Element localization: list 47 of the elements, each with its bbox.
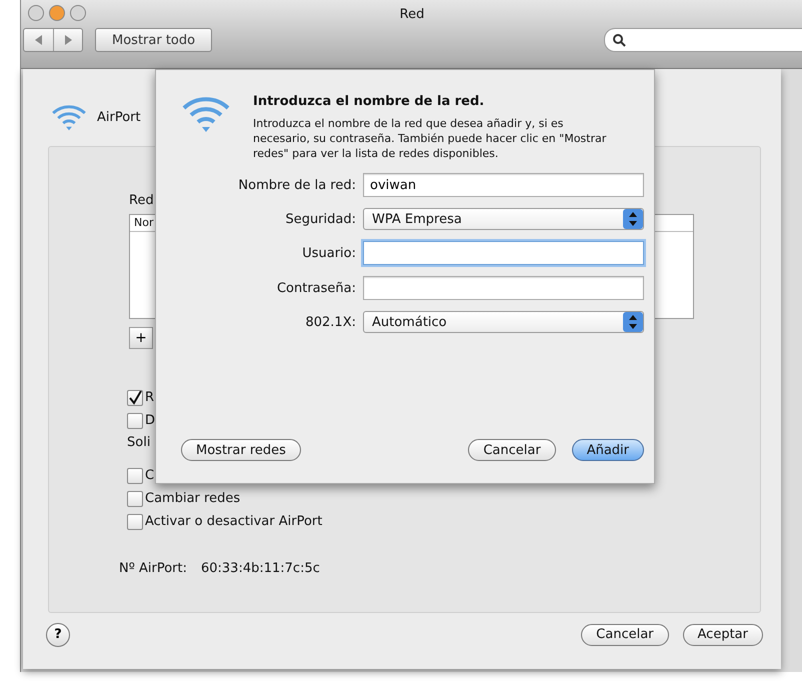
close-window-icon[interactable] bbox=[28, 5, 44, 21]
field-label: Seguridad: bbox=[284, 212, 356, 226]
add-network-button[interactable]: + bbox=[129, 326, 153, 349]
search-field[interactable] bbox=[604, 28, 802, 52]
sheet-title: AirPort bbox=[97, 110, 141, 125]
checkbox[interactable] bbox=[127, 514, 143, 530]
dialog-button[interactable]: Cancelar bbox=[468, 439, 556, 461]
right-triangle-icon bbox=[64, 35, 72, 45]
input-field[interactable] bbox=[363, 276, 644, 300]
checkbox[interactable] bbox=[127, 490, 143, 507]
dialog-description: Introduzca el nombre de la red que desea añadir y, si es necesario, su contraseña. También puede hacer clic en "Mostrar redes" para ver la lista de redes disponibles. bbox=[253, 116, 608, 161]
field-label: Usuario: bbox=[301, 246, 356, 260]
show-networks-button[interactable]: Mostrar redes bbox=[181, 439, 301, 461]
search-icon bbox=[613, 34, 626, 46]
wifi-icon bbox=[181, 94, 231, 134]
dialog-button[interactable]: Añadir bbox=[572, 439, 644, 461]
minimize-window-icon[interactable] bbox=[49, 5, 65, 21]
left-triangle-icon bbox=[34, 35, 42, 45]
stepper-arrows-icon bbox=[623, 312, 643, 332]
help-button[interactable]: ? bbox=[46, 622, 70, 647]
field-label: Nombre de la red: bbox=[237, 178, 356, 192]
dialog-title: Introduzca el nombre de la red. bbox=[253, 94, 486, 109]
show-all-button[interactable]: Mostrar todo bbox=[95, 28, 212, 52]
checkbox-label: C bbox=[145, 468, 154, 484]
airport-id-label: Nº AirPort: bbox=[119, 560, 187, 576]
zoom-window-icon[interactable] bbox=[70, 5, 86, 21]
checkbox-label: Cambiar redes bbox=[145, 491, 240, 506]
airport-id-value: 60:33:4b:11:7c:5c bbox=[200, 560, 320, 576]
checkbox-label: D bbox=[145, 413, 156, 428]
window-title: Red bbox=[400, 6, 424, 22]
stepper-arrows-icon bbox=[623, 209, 643, 229]
field-label: Contraseña: bbox=[276, 280, 356, 296]
checkbox[interactable] bbox=[127, 390, 143, 406]
checkbox[interactable] bbox=[127, 468, 143, 484]
sheet-button[interactable]: Aceptar bbox=[682, 624, 763, 646]
input-field[interactable]: oviwan bbox=[363, 173, 644, 197]
checkbox-label: R bbox=[145, 390, 154, 406]
field-label: 802.1X: bbox=[304, 314, 356, 330]
checkbox[interactable] bbox=[127, 412, 143, 429]
sheet-button[interactable]: Cancelar bbox=[581, 624, 669, 646]
networks-label: Red bbox=[129, 192, 155, 208]
checkbox-label: Activar o desactivar AirPort bbox=[145, 514, 322, 530]
require-label: Soli bbox=[127, 434, 150, 452]
popup-menu[interactable]: Automático bbox=[363, 311, 644, 333]
input-field[interactable] bbox=[363, 241, 644, 265]
popup-menu[interactable]: WPA Empresa bbox=[363, 208, 644, 230]
wifi-icon bbox=[51, 103, 87, 132]
